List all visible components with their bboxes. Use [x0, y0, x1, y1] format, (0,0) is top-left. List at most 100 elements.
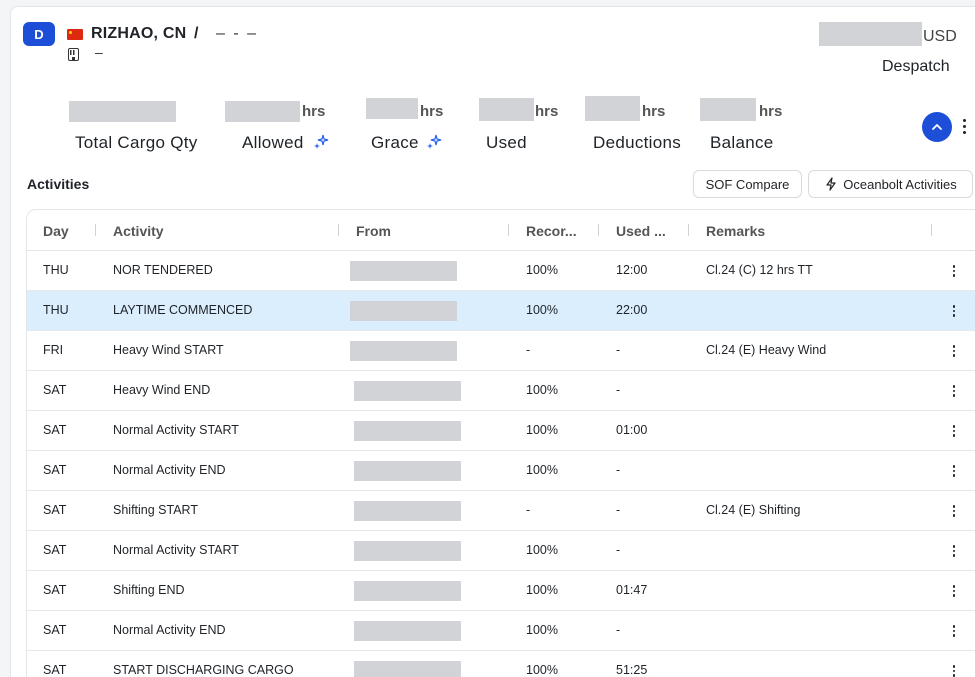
cell-from-redacted	[354, 381, 461, 401]
cell-day: FRI	[43, 343, 64, 357]
table-row[interactable]: SAT Normal Activity START 100% 01:00	[27, 411, 975, 451]
sof-compare-button[interactable]: SOF Compare	[693, 170, 802, 198]
activities-table: Day Activity From Recor... Used ... Rema…	[26, 209, 975, 677]
balance-unit: hrs	[759, 103, 783, 120]
sparkle-icon[interactable]	[313, 134, 329, 150]
lightning-icon	[826, 177, 836, 191]
cell-activity: Normal Activity START	[113, 423, 239, 437]
column-header-remarks[interactable]: Remarks	[706, 223, 765, 239]
column-resize-handle[interactable]	[931, 224, 932, 236]
table-row[interactable]: SAT START DISCHARGING CARGO 100% 51:25	[27, 651, 975, 677]
used-value-redacted	[479, 98, 534, 121]
cell-from-redacted	[354, 421, 461, 441]
table-row[interactable]: SAT Normal Activity END 100% -	[27, 611, 975, 651]
cell-day: SAT	[43, 583, 67, 597]
row-menu-icon[interactable]	[949, 543, 959, 559]
result-label: Despatch	[882, 58, 950, 75]
table-row[interactable]: SAT Normal Activity END 100% -	[27, 451, 975, 491]
currency-label: USD	[923, 28, 957, 45]
row-menu-icon[interactable]	[949, 663, 959, 677]
row-menu-icon[interactable]	[949, 423, 959, 439]
cell-remarks: Cl.24 (E) Shifting	[706, 503, 801, 517]
row-menu-icon[interactable]	[949, 463, 959, 479]
column-header-activity[interactable]: Activity	[113, 223, 164, 239]
sof-compare-label: SOF Compare	[705, 176, 790, 192]
building-icon	[68, 48, 79, 61]
cell-day: SAT	[43, 423, 67, 437]
cell-remarks: Cl.24 (C) 12 hrs TT	[706, 263, 813, 277]
balance-label: Balance	[710, 133, 774, 152]
kebab-menu-icon[interactable]	[958, 115, 970, 137]
cell-used: -	[616, 543, 621, 557]
row-menu-icon[interactable]	[949, 343, 959, 359]
cell-day: THU	[43, 303, 69, 317]
deductions-label: Deductions	[593, 133, 682, 152]
port-separator: /	[194, 25, 199, 42]
port-name: RIZHAO, CN	[91, 25, 187, 42]
oceanbolt-activities-button[interactable]: Oceanbolt Activities	[808, 170, 973, 198]
column-resize-handle[interactable]	[688, 224, 689, 236]
cell-from-redacted	[354, 661, 461, 677]
cell-activity: LAYTIME COMMENCED	[113, 303, 253, 317]
table-row[interactable]: SAT Shifting START - - Cl.24 (E) Shifting	[27, 491, 975, 531]
cell-record: 100%	[526, 623, 558, 637]
cell-record: 100%	[526, 583, 558, 597]
table-row[interactable]: SAT Heavy Wind END 100% -	[27, 371, 975, 411]
table-row[interactable]: SAT Shifting END 100% 01:47	[27, 571, 975, 611]
column-header-from[interactable]: From	[356, 223, 391, 239]
cell-from-redacted	[350, 261, 457, 281]
cell-day: SAT	[43, 543, 67, 557]
cell-day: SAT	[43, 383, 67, 397]
cell-used: 12:00	[616, 263, 648, 277]
column-header-used[interactable]: Used ...	[616, 223, 666, 239]
table-row[interactable]: SAT Normal Activity START 100% -	[27, 531, 975, 571]
cell-used: -	[616, 383, 621, 397]
amount-redacted	[819, 22, 922, 46]
deductions-unit: hrs	[642, 103, 666, 120]
column-resize-handle[interactable]	[95, 224, 96, 236]
cell-activity: START DISCHARGING CARGO	[113, 663, 294, 677]
balance-value-redacted	[700, 98, 756, 121]
cell-record: 100%	[526, 423, 558, 437]
cell-record: 100%	[526, 463, 558, 477]
cell-from-redacted	[350, 341, 457, 361]
row-menu-icon[interactable]	[949, 303, 959, 319]
cell-activity: Normal Activity END	[113, 463, 226, 477]
allowed-label: Allowed	[242, 133, 304, 152]
cell-record: 100%	[526, 663, 558, 677]
port-call-badge: D	[23, 22, 55, 46]
row-menu-icon[interactable]	[949, 503, 959, 519]
column-resize-handle[interactable]	[598, 224, 599, 236]
cell-from-redacted	[354, 501, 461, 521]
cell-from-redacted	[354, 621, 461, 641]
cell-record: -	[526, 343, 531, 357]
grace-value-redacted	[366, 98, 418, 119]
column-header-day[interactable]: Day	[43, 223, 69, 239]
table-row[interactable]: THU LAYTIME COMMENCED 100% 22:00	[27, 291, 975, 331]
grace-label: Grace	[371, 133, 419, 152]
cell-day: THU	[43, 263, 69, 277]
row-menu-icon[interactable]	[949, 583, 959, 599]
cell-activity: Shifting END	[113, 583, 185, 597]
column-header-record[interactable]: Recor...	[526, 223, 577, 239]
cell-record: -	[526, 503, 531, 517]
sparkle-icon[interactable]	[426, 134, 442, 150]
table-row[interactable]: FRI Heavy Wind START - - Cl.24 (E) Heavy Win…	[27, 331, 975, 371]
oceanbolt-activities-label: Oceanbolt Activities	[843, 176, 957, 192]
cell-day: SAT	[43, 463, 67, 477]
cell-record: 100%	[526, 543, 558, 557]
flag-cn-icon	[67, 29, 83, 40]
column-resize-handle[interactable]	[338, 224, 339, 236]
used-unit: hrs	[535, 103, 559, 120]
total-cargo-value-redacted	[69, 101, 176, 122]
cell-used: 51:25	[616, 663, 648, 677]
collapse-button[interactable]	[922, 112, 952, 142]
cell-day: SAT	[43, 623, 67, 637]
table-row[interactable]: THU NOR TENDERED 100% 12:00 Cl.24 (C) 12 hrs…	[27, 251, 975, 291]
cell-activity: Normal Activity START	[113, 543, 239, 557]
row-menu-icon[interactable]	[949, 383, 959, 399]
row-menu-icon[interactable]	[949, 623, 959, 639]
grace-unit: hrs	[420, 103, 444, 120]
row-menu-icon[interactable]	[949, 263, 959, 279]
column-resize-handle[interactable]	[508, 224, 509, 236]
